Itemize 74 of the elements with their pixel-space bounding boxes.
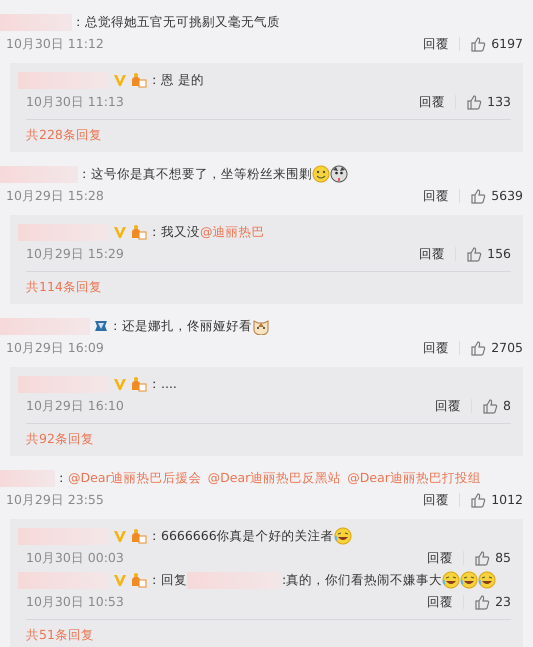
thumbs-up-icon	[474, 594, 490, 610]
like-button[interactable]	[482, 398, 498, 414]
laughing-emoji-icon	[460, 571, 478, 589]
reply-button[interactable]: 回覆	[413, 37, 460, 51]
like-count: 1012	[491, 490, 523, 509]
reply-button[interactable]: 回覆	[417, 595, 464, 609]
verified-icon	[113, 377, 127, 391]
thumbs-up-icon	[470, 188, 486, 204]
reply-button[interactable]: 回覆	[409, 95, 456, 109]
comment-text: ：6666666你真是个好的关注者	[148, 526, 334, 545]
comment-text: ：	[55, 468, 68, 487]
like-count: 133	[487, 92, 511, 111]
verified-icon	[113, 73, 127, 87]
like-button[interactable]	[470, 340, 486, 356]
like-count: 85	[495, 548, 511, 567]
diamond-icon	[93, 319, 109, 333]
reply-button[interactable]: 回覆	[417, 551, 464, 565]
like-button[interactable]	[474, 550, 490, 566]
timestamp: 10月30日 11:13	[26, 92, 124, 111]
reply-button[interactable]: 回覆	[413, 493, 460, 507]
like-button[interactable]	[474, 594, 490, 610]
level-icon	[130, 376, 148, 392]
like-button[interactable]	[470, 188, 486, 204]
thumbs-up-icon	[474, 550, 490, 566]
comment-text: ：我又没	[148, 222, 200, 241]
thumbs-up-icon	[466, 94, 482, 110]
verified-icon	[113, 529, 127, 543]
timestamp: 10月30日 10:53	[26, 592, 124, 611]
comment-text: ：还是娜扎，佟丽娅好看	[109, 316, 252, 335]
thumbs-up-icon	[470, 340, 486, 356]
blurred-username	[0, 14, 72, 30]
like-button[interactable]	[470, 492, 486, 508]
level-icon	[130, 528, 148, 544]
timestamp: 10月30日 11:12	[6, 34, 104, 53]
laughing-emoji-icon	[334, 527, 352, 545]
reply-button[interactable]: 回覆	[409, 247, 456, 261]
verified-icon	[113, 573, 127, 587]
like-button[interactable]	[466, 94, 482, 110]
like-count: 8	[503, 396, 511, 415]
like-count: 5639	[491, 186, 523, 205]
comment-text: ：恩 是的	[148, 70, 204, 89]
laughing-emoji-icon	[478, 571, 496, 589]
thumbs-up-icon	[470, 492, 486, 508]
like-count: 2705	[491, 338, 523, 357]
like-count: 23	[495, 592, 511, 611]
thumbs-up-icon	[466, 246, 482, 262]
reply-button[interactable]: 回覆	[425, 399, 472, 413]
thumbs-up-icon	[470, 36, 486, 52]
timestamp: 10月29日 16:10	[26, 396, 124, 415]
timestamp: 10月30日 00:03	[26, 548, 124, 567]
dog-emoji-icon	[330, 165, 348, 183]
timestamp: 10月29日 15:28	[6, 186, 104, 205]
like-button[interactable]	[470, 36, 486, 52]
like-button[interactable]	[466, 246, 482, 262]
comment-text: ：回复	[148, 570, 187, 589]
reply-button[interactable]: 回覆	[413, 189, 460, 203]
verified-icon	[113, 225, 127, 239]
comment-text: :真的，你们看热闹不嫌事大	[282, 570, 442, 589]
level-icon	[130, 572, 148, 588]
blurred-username	[0, 470, 55, 486]
like-count: 6197	[491, 34, 523, 53]
smile-emoji-icon	[312, 165, 330, 183]
laughing-emoji-icon	[442, 571, 460, 589]
reply-button[interactable]: 回覆	[413, 341, 460, 355]
comment-text: ：总觉得她五官无可挑剔又毫无气质	[72, 12, 280, 31]
timestamp: 10月29日 16:09	[6, 338, 104, 357]
thumbs-up-icon	[482, 398, 498, 414]
level-icon	[130, 224, 148, 240]
level-icon	[130, 72, 148, 88]
timestamp: 10月29日 23:55	[6, 490, 104, 509]
comment-text: ：这号你是真不想要了，坐等粉丝来围剿	[78, 164, 312, 183]
like-count: 156	[487, 244, 511, 263]
comment-text: ：....	[148, 374, 177, 393]
timestamp: 10月29日 15:29	[26, 244, 124, 263]
